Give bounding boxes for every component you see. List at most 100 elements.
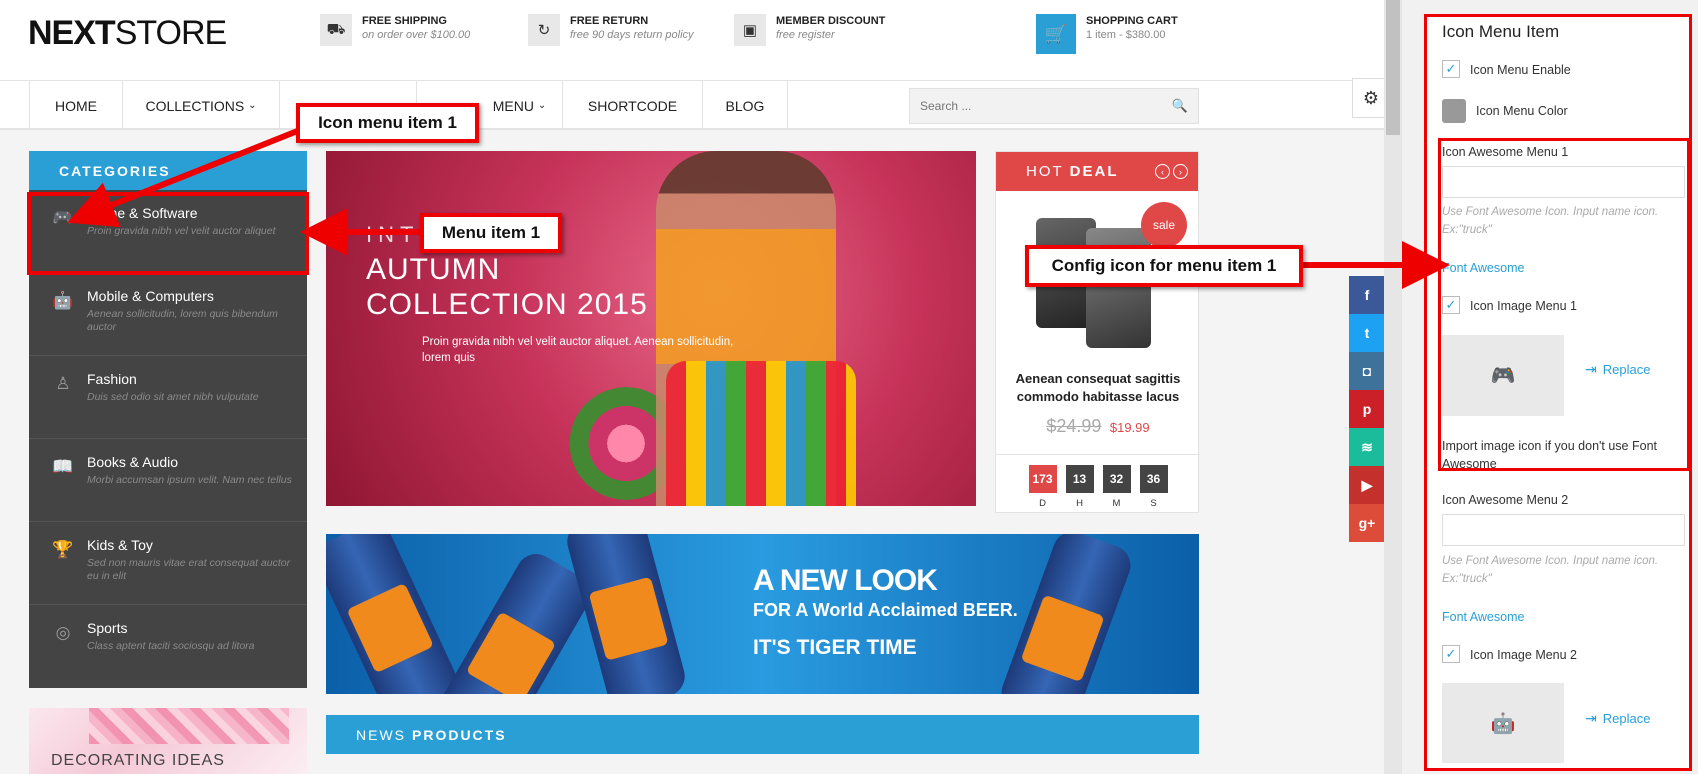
icon-menu-color-swatch[interactable] xyxy=(1442,99,1466,123)
twitter-icon[interactable]: t xyxy=(1349,314,1385,352)
sale-badge: sale xyxy=(1141,202,1187,248)
bottle-image xyxy=(326,534,463,694)
youtube-icon[interactable]: ▶ xyxy=(1349,466,1385,504)
product-name[interactable]: Aenean consequat sagittis commodo habita… xyxy=(1004,370,1192,406)
news-title-bold: PRODUCTS xyxy=(412,726,507,743)
countdown-days: 173 D xyxy=(1028,465,1057,509)
basketball-icon: ◎ xyxy=(55,623,71,642)
hero-title-main: AUTUMN COLLECTION 2015 xyxy=(366,253,648,321)
icon-image-menu-2-preview[interactable]: 🤖 xyxy=(1442,683,1564,763)
scrollbar-thumb[interactable] xyxy=(1386,0,1400,135)
icon-image-menu-1-label: Icon Image Menu 1 xyxy=(1470,299,1578,313)
category-desc: Aenean sollicitudin, lorem quis bibendum… xyxy=(87,308,278,333)
beer-subline: FOR A World Acclaimed BEER. xyxy=(753,600,1018,620)
upload-icon: ⇥ xyxy=(1585,710,1597,726)
icon-image-menu-2-label: Icon Image Menu 2 xyxy=(1470,648,1578,662)
icon-awesome-menu-1-label: Icon Awesome Menu 1 xyxy=(1442,145,1569,159)
category-desc: Class aptent taciti sociosqu ad litora xyxy=(87,640,255,652)
gamepad-icon: 🎮 xyxy=(1490,365,1516,387)
category-sports[interactable]: ◎ Sports Class aptent taciti sociosqu ad… xyxy=(29,605,307,688)
category-title: Books & Audio xyxy=(87,454,179,470)
hot-deal-title-light: HOT xyxy=(1026,163,1064,180)
icon-awesome-menu-2-hint: Use Font Awesome Icon. Input name icon. … xyxy=(1442,555,1659,585)
chevron-right-icon[interactable]: › xyxy=(1173,164,1188,179)
cart-summary: 1 item - $380.00 xyxy=(1086,29,1166,41)
countdown-value: 173 xyxy=(1028,465,1057,493)
category-fashion[interactable]: ♙ Fashion Duis sed odio sit amet nibh vu… xyxy=(29,356,307,439)
instagram-icon[interactable]: ◘ xyxy=(1349,352,1385,390)
icon-image-menu-2-checkbox[interactable]: ✓ xyxy=(1442,645,1460,663)
feature-title: MEMBER DISCOUNT xyxy=(776,15,886,27)
countdown-hours: 13 H xyxy=(1065,465,1094,509)
product-price: $24.99 $19.99 xyxy=(996,416,1200,437)
decorating-banner[interactable]: DECORATING IDEAS xyxy=(29,708,307,774)
hero-bag xyxy=(666,361,856,506)
icon-menu-enable-checkbox[interactable]: ✓ xyxy=(1442,60,1460,78)
nav-home[interactable]: HOME xyxy=(29,81,122,130)
icon-awesome-menu-1-hint: Use Font Awesome Icon. Input name icon. … xyxy=(1442,206,1659,236)
callout-menu-item: Menu item 1 xyxy=(420,213,562,253)
countdown-label: S xyxy=(1150,498,1157,509)
beer-banner[interactable]: A NEW LOOK FOR A World Acclaimed BEER. I… xyxy=(326,534,1199,694)
countdown-value: 13 xyxy=(1065,465,1094,493)
beer-headline: A NEW LOOK xyxy=(753,564,938,597)
nav-shortcode[interactable]: SHORTCODE xyxy=(562,81,702,130)
chevron-left-icon[interactable]: ‹ xyxy=(1155,164,1170,179)
nav-collections[interactable]: COLLECTIONS ⌄ xyxy=(122,81,279,130)
main-nav: HOME COLLECTIONS ⌄ MENU ⌄ SHORTCODE BLOG… xyxy=(0,80,1390,130)
icon-image-menu-1-preview[interactable]: 🎮 xyxy=(1442,335,1564,416)
font-awesome-link-2[interactable]: Font Awesome xyxy=(1442,610,1524,624)
replace-button-2[interactable]: ⇥ Replace xyxy=(1585,710,1650,727)
hot-deal-title-bold: DEAL xyxy=(1069,163,1119,180)
countdown-minutes: 32 M xyxy=(1102,465,1131,509)
category-title: Sports xyxy=(87,620,128,636)
refresh-icon: ↻ xyxy=(528,14,560,46)
pinterest-icon[interactable]: p xyxy=(1349,390,1385,428)
chevron-down-icon: ⌄ xyxy=(248,100,257,111)
money-icon: ▣ xyxy=(734,14,766,46)
logo-part-thin: STORE xyxy=(114,14,228,52)
book-icon: 📖 xyxy=(52,457,74,476)
flower-pattern xyxy=(89,708,289,744)
trophy-icon: 🏆 xyxy=(52,540,74,559)
hero-text: Proin gravida nibh vel velit auctor aliq… xyxy=(422,336,734,364)
icon-awesome-menu-1-input[interactable] xyxy=(1442,166,1685,198)
icon-image-menu-1-checkbox[interactable]: ✓ xyxy=(1442,296,1460,314)
hero-title: INT AUTUMN COLLECTION 2015 xyxy=(366,222,656,322)
font-awesome-link-1[interactable]: Font Awesome xyxy=(1442,261,1524,275)
deal-nav: ‹ › xyxy=(1155,164,1188,179)
person-icon: ♙ xyxy=(55,374,71,393)
countdown-seconds: 36 S xyxy=(1139,465,1168,509)
replace-label: Replace xyxy=(1602,362,1651,377)
facebook-icon[interactable]: f xyxy=(1349,276,1385,314)
android-icon: 🤖 xyxy=(52,291,74,310)
store-logo[interactable]: NEXTSTORE xyxy=(28,14,228,53)
cart-icon[interactable]: 🛒 xyxy=(1036,14,1076,54)
shopping-cart[interactable]: 🛒 SHOPPING CART 1 item - $380.00 xyxy=(1036,14,1178,54)
countdown: 173 D 13 H 32 M 36 S xyxy=(996,454,1200,509)
hero-slider[interactable]: INT AUTUMN COLLECTION 2015 Proin gravida… xyxy=(326,151,976,506)
new-price: $19.99 xyxy=(1109,420,1150,435)
news-products-header: NEWS PRODUCTS xyxy=(326,715,1199,754)
category-desc: Duis sed odio sit amet nibh vulputate xyxy=(87,391,259,403)
category-books-audio[interactable]: 📖 Books & Audio Morbi accumsan ipsum vel… xyxy=(29,439,307,522)
category-mobile-computers[interactable]: 🤖 Mobile & Computers Aenean sollicitudin… xyxy=(29,273,307,356)
rss-icon[interactable]: ≋ xyxy=(1349,428,1385,466)
search-icon[interactable]: 🔍 xyxy=(1172,98,1188,114)
category-title: Fashion xyxy=(87,371,137,387)
feature-free-return: ↻ FREE RETURN free 90 days return policy xyxy=(528,14,694,46)
feature-title: FREE RETURN xyxy=(570,15,649,27)
feature-member-discount: ▣ MEMBER DISCOUNT free register xyxy=(734,14,885,46)
category-desc: Morbi accumsan ipsum velit. Nam nec tell… xyxy=(87,474,292,486)
nav-label: MENU xyxy=(492,97,534,114)
icon-awesome-menu-2-input[interactable] xyxy=(1442,514,1685,546)
replace-button-1[interactable]: ⇥ Replace xyxy=(1585,361,1650,378)
menu-item-highlight xyxy=(27,192,309,275)
android-icon: 🤖 xyxy=(1490,712,1516,735)
search-input[interactable] xyxy=(920,99,1172,113)
category-kids-toy[interactable]: 🏆 Kids & Toy Sed non mauris vitae erat c… xyxy=(29,522,307,605)
icon-menu-color-label: Icon Menu Color xyxy=(1476,104,1568,118)
feature-subtitle: free register xyxy=(776,29,835,41)
nav-blog[interactable]: BLOG xyxy=(702,81,788,130)
google-plus-icon[interactable]: g+ xyxy=(1349,504,1385,542)
